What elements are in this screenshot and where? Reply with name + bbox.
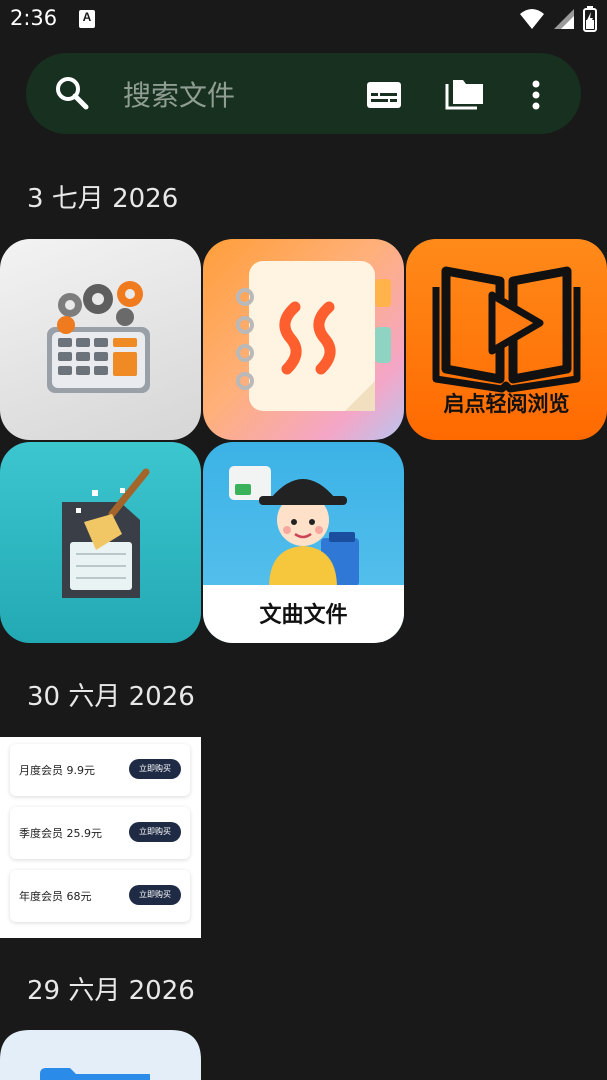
date-header-1: 3 七月 2026 [27, 184, 179, 214]
plan-card-monthly: 月度会员 9.9元 立即购买 [10, 744, 190, 796]
plan-card-quarterly: 季度会员 25.9元 立即购买 [10, 807, 190, 859]
status-time: 2:36 [10, 6, 58, 30]
scholar-file-icon: 文曲文件 [203, 442, 404, 643]
sd-card-cleaner-icon [0, 442, 201, 643]
plan-text: 季度会员 25.9元 [19, 827, 102, 840]
more-options-button[interactable] [516, 75, 556, 115]
view-mode-button[interactable] [364, 75, 404, 115]
date-header-3: 29 六月 2026 [27, 976, 195, 1006]
plan-text: 月度会员 9.9元 [19, 764, 95, 777]
battery-icon [583, 6, 597, 32]
status-bar: 2:36 A [0, 0, 607, 40]
buy-button: 立即购买 [129, 759, 181, 779]
grid-item-folder-app[interactable] [0, 1030, 201, 1080]
buy-button: 立即购买 [129, 822, 181, 842]
buy-button: 立即购买 [129, 885, 181, 905]
folders-button[interactable] [445, 75, 485, 115]
notebook-icon [203, 239, 404, 440]
grid-item-membership-screenshot[interactable]: 月度会员 9.9元 立即购买 季度会员 25.9元 立即购买 年度会员 68元 … [0, 737, 201, 938]
signal-icon [554, 9, 574, 29]
reader-app-label: 启点轻阅浏览 [443, 392, 570, 416]
more-vert-icon [532, 80, 540, 110]
date-header-2: 30 六月 2026 [27, 682, 195, 712]
notification-a-icon: A [79, 10, 95, 28]
subtitles-icon [367, 82, 401, 108]
grid-item-sd-cleaner[interactable] [0, 442, 201, 643]
grid-item-notebook[interactable] [203, 239, 404, 440]
folder-app-icon [0, 1030, 201, 1080]
media-grid-1: 启点轻阅浏览 文曲文件 [0, 239, 607, 643]
search-input[interactable] [121, 74, 345, 116]
grid-item-reader[interactable]: 启点轻阅浏览 [406, 239, 607, 440]
media-grid-2: 月度会员 9.9元 立即购买 季度会员 25.9元 立即购买 年度会员 68元 … [0, 737, 607, 938]
folder-icon [445, 80, 483, 110]
calculator-gears-icon [0, 239, 201, 440]
file-app-label: 文曲文件 [259, 603, 348, 628]
grid-item-file-manager[interactable]: 文曲文件 [203, 442, 404, 643]
search-bar [26, 53, 581, 134]
search-icon[interactable] [55, 76, 89, 110]
wifi-icon [520, 9, 544, 29]
plan-text: 年度会员 68元 [19, 890, 92, 903]
system-icons [519, 6, 597, 32]
grid-item-calculator[interactable] [0, 239, 201, 440]
book-play-icon: 启点轻阅浏览 [406, 239, 607, 440]
plan-card-yearly: 年度会员 68元 立即购买 [10, 870, 190, 922]
